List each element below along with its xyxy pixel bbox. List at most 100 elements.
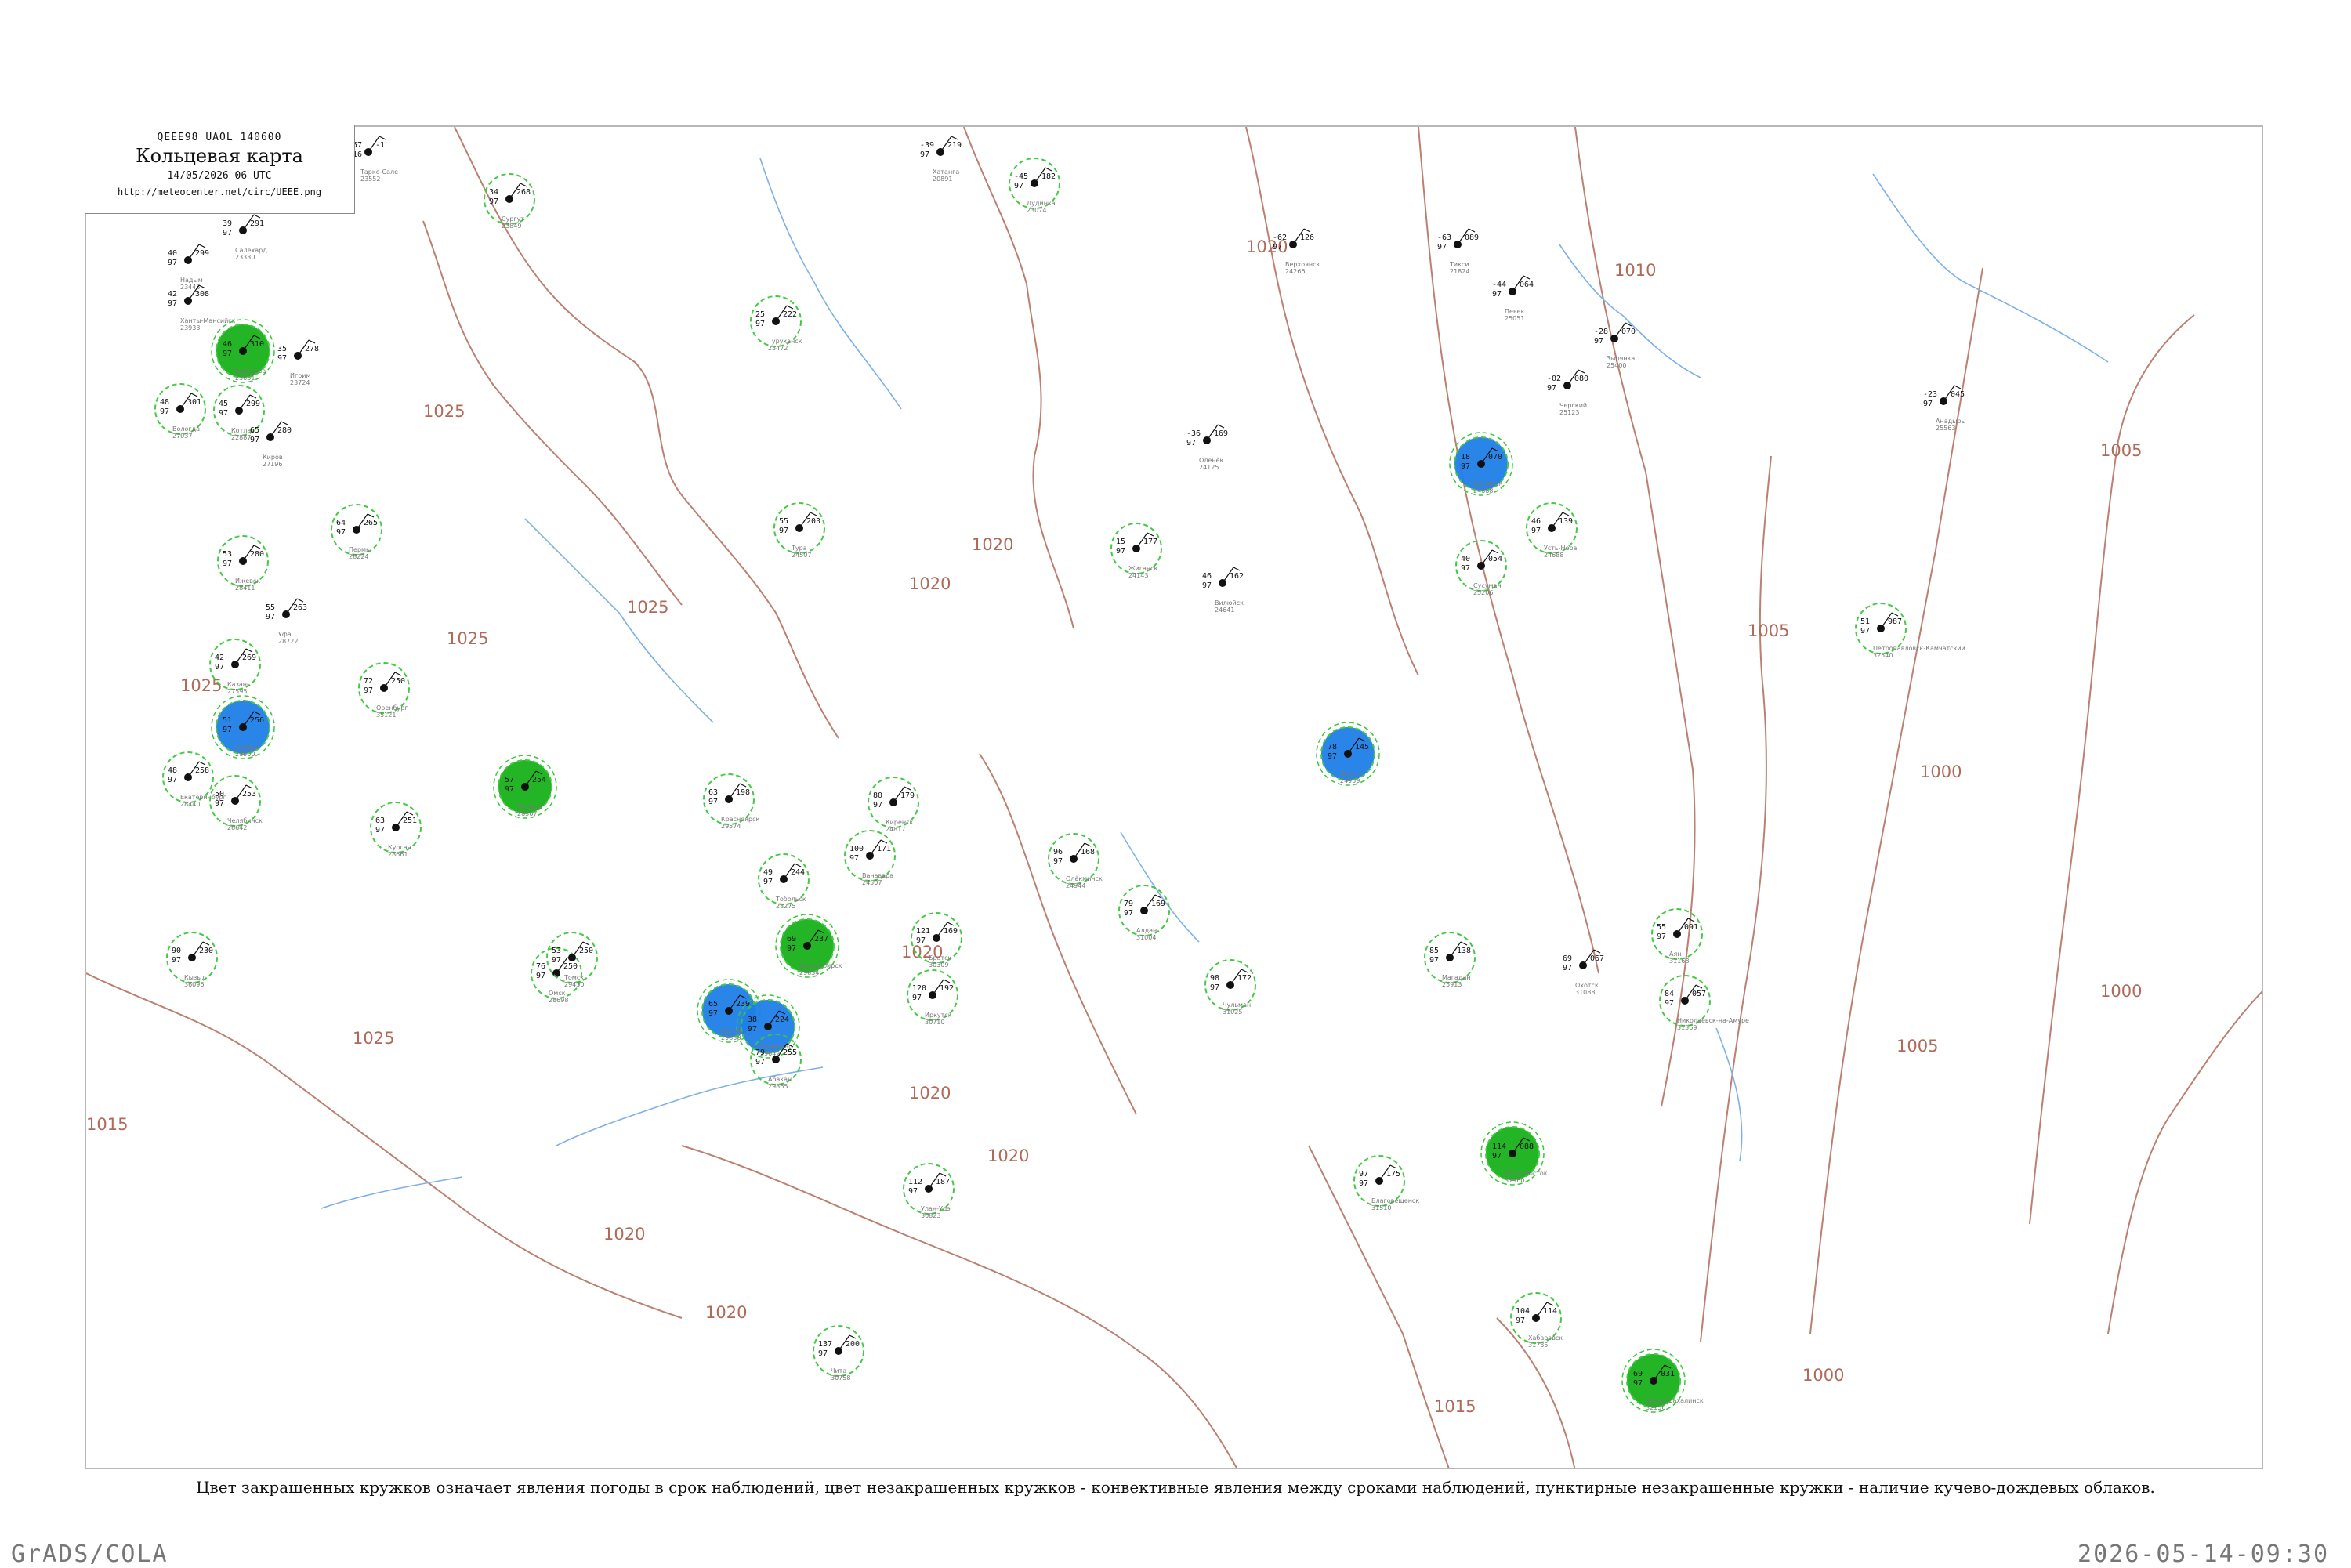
station-plot[interactable]: -2897 070 Зырянка25400 bbox=[1594, 322, 1636, 369]
station-plot[interactable]: 5397 280 Ижевск28411 bbox=[217, 535, 269, 592]
station-plot[interactable]: 4697 162 Вилюйск24641 bbox=[1202, 567, 1244, 614]
station-id: 31510 bbox=[1371, 1204, 1391, 1211]
station-plot[interactable]: 6597 280 Киров27196 bbox=[250, 421, 292, 468]
station-plot[interactable]: 3997 291 Салехард23330 bbox=[223, 214, 267, 261]
visibility-value: 97 bbox=[1116, 547, 1125, 556]
station-name: Красноярск bbox=[721, 816, 759, 823]
station-plot[interactable]: 9097 230 Кызыл36096 bbox=[166, 932, 218, 988]
station-plot[interactable]: 10497 114 Хабаровск31735 bbox=[1510, 1292, 1563, 1349]
station-plot[interactable]: 4097299Надым23445 bbox=[168, 244, 209, 291]
station-plot[interactable]: 12097 192 Иркутск30710 bbox=[907, 969, 958, 1026]
station-plot[interactable]: 8497 057 Николаевск-на-Амуре31369 bbox=[1659, 975, 1749, 1031]
station-name: Ханты-Мансийск bbox=[180, 317, 236, 324]
station-name: Абакан bbox=[768, 1076, 792, 1083]
temperature-value: 78 bbox=[1328, 743, 1337, 751]
station-plot[interactable]: 5797 254 Тюмень28367 bbox=[493, 755, 557, 819]
station-plot[interactable]: 9897 172 Чульман31025 bbox=[1204, 959, 1256, 1016]
station-plot[interactable]: -6397 089 Тикси21824 bbox=[1437, 228, 1479, 275]
station-plot[interactable]: 8597 138 Магадан25913 bbox=[1424, 932, 1476, 988]
station-plot[interactable]: 5197 256 Самара28900 bbox=[211, 695, 275, 759]
station-plot[interactable]: 5097 253 Челябинск28642 bbox=[209, 775, 263, 831]
station-plot[interactable]: 7297 250 Оренбург35121 bbox=[358, 662, 410, 719]
isobar-label: 1005 bbox=[1748, 621, 1789, 640]
pressure-value: 200 bbox=[846, 1340, 860, 1349]
river-line bbox=[1120, 831, 1200, 943]
visibility-value: 97 bbox=[708, 798, 718, 806]
map-canvas[interactable]: 1025 1025 1025 1025 1025 1020 1020 1020 1020 1020… bbox=[86, 127, 2263, 1469]
station-name: Курган bbox=[388, 844, 411, 851]
station-id: 28722 bbox=[278, 638, 298, 645]
station-name: Омск bbox=[549, 990, 566, 997]
station-id: 23724 bbox=[290, 379, 310, 386]
station-plot[interactable]: 6997 237 Новосибирск29634 bbox=[775, 914, 842, 978]
station-plot[interactable]: 11297 187 Улан-Удэ30823 bbox=[903, 1163, 955, 1219]
station-name: Тюмень bbox=[516, 803, 543, 810]
visibility-value: 97 bbox=[364, 686, 373, 695]
isobar-line bbox=[1700, 455, 1772, 1342]
visibility-value: 97 bbox=[1860, 627, 1870, 636]
pressure-value: 172 bbox=[1237, 974, 1252, 983]
station-plot[interactable]: 8097 179 Киренск24817 bbox=[868, 777, 919, 833]
station-plot[interactable]: 5597 091 Аян31168 bbox=[1651, 908, 1703, 965]
station-plot[interactable]: -4597 182 Дудинка23074 bbox=[1009, 158, 1060, 214]
visibility-value: 97 bbox=[168, 259, 177, 267]
station-plot[interactable]: 1897 070 Оймякон24688 bbox=[1449, 432, 1513, 496]
station-id: 25051 bbox=[1505, 315, 1524, 322]
temperature-value: 48 bbox=[168, 766, 177, 775]
station-name: Хабаровск bbox=[1528, 1334, 1563, 1342]
station-plot[interactable]: -3697 169 Оленёк24125 bbox=[1186, 424, 1228, 471]
temperature-value: 55 bbox=[266, 603, 275, 612]
station-plot[interactable]: -3997 219 Хатанга20891 bbox=[920, 136, 962, 183]
station-plot[interactable]: 4897 301 Вологда27037 bbox=[154, 383, 206, 440]
pressure-value: 139 bbox=[1559, 517, 1573, 526]
station-plot[interactable]: 11497 088 Владивосток31960 bbox=[1480, 1121, 1548, 1186]
station-id: 23330 bbox=[235, 254, 255, 261]
station-id: 27595 bbox=[227, 688, 247, 695]
station-plot[interactable]: 4697 139 Усть-Нера24688 bbox=[1526, 502, 1578, 559]
station-plot[interactable]: 4097 054 Сусуман25206 bbox=[1455, 540, 1507, 596]
station-plot[interactable]: 5197 987 Петропавловск-Камчатский32540 bbox=[1855, 603, 1965, 659]
station-plot[interactable]: 2597 222 Туруханск23472 bbox=[750, 295, 802, 352]
visibility-value: 97 bbox=[1923, 400, 1933, 408]
temperature-value: 90 bbox=[172, 947, 181, 955]
station-plot[interactable]: 7997 169 Алдан31004 bbox=[1118, 885, 1170, 941]
station-plot[interactable]: 5597 203 Тура24507 bbox=[773, 502, 825, 559]
station-plot[interactable]: 6997 031 Южно-Сахалинск32150 bbox=[1621, 1349, 1704, 1413]
station-plot[interactable]: 4697 310 Березово23631 bbox=[211, 319, 275, 383]
visibility-value: 97 bbox=[160, 407, 169, 416]
temperature-value: 55 bbox=[1657, 923, 1666, 932]
isobar-label: 1000 bbox=[2100, 982, 2142, 1001]
station-plot[interactable]: -0297 080 Черский25123 bbox=[1547, 369, 1588, 416]
pressure-value: 070 bbox=[1621, 328, 1636, 336]
station-plot[interactable]: 3497 268 Сургут23849 bbox=[484, 173, 535, 230]
pressure-value: 251 bbox=[403, 817, 417, 825]
station-plot[interactable]: 9697 168 Олёкминск24944 bbox=[1048, 833, 1103, 889]
station-plot[interactable]: 6397 251 Курган28661 bbox=[370, 802, 422, 858]
station-name: Владивосток bbox=[1505, 1170, 1548, 1177]
isobar-label: 1020 bbox=[909, 1084, 951, 1103]
station-plot[interactable]: 9797 175 Благовещенск31510 bbox=[1353, 1155, 1419, 1211]
visibility-value: 97 bbox=[1461, 564, 1470, 573]
station-plot[interactable]: 10097 171 Ванавара24507 bbox=[844, 830, 896, 886]
station-name: Хатанга bbox=[933, 168, 959, 176]
visibility-value: 97 bbox=[168, 299, 177, 308]
pressure-value: 171 bbox=[877, 845, 891, 853]
station-id: 27037 bbox=[172, 433, 192, 440]
station-plot[interactable]: -4497 064 Певек25051 bbox=[1492, 275, 1534, 322]
station-plot[interactable]: 7897 145 Якутск24959 bbox=[1316, 722, 1380, 786]
station-plot[interactable]: 3597 278 Игрим23724 bbox=[277, 339, 319, 386]
temperature-value: 65 bbox=[250, 426, 259, 435]
temperature-value: 69 bbox=[1563, 954, 1572, 963]
station-plot[interactable]: 1597 177 Жиганск24143 bbox=[1110, 523, 1162, 579]
station-plot[interactable]: 6497 265 Пермь28224 bbox=[331, 504, 382, 560]
station-plot[interactable]: 6397 198 Красноярск29574 bbox=[703, 773, 759, 830]
station-plot[interactable]: 5597 263 Уфа28722 bbox=[266, 598, 307, 645]
station-name: Тарко-Сале bbox=[360, 168, 398, 176]
station-plot[interactable]: 257-16-1Тарко-Сале23552 bbox=[348, 136, 398, 183]
station-plot[interactable]: 5397250Томск29430 bbox=[546, 932, 598, 988]
station-plot[interactable]: 13797 200 Чита30758 bbox=[813, 1325, 864, 1382]
station-name: Березово bbox=[235, 368, 266, 375]
station-plot[interactable]: 4997 244 Тобольск28275 bbox=[758, 853, 810, 910]
pressure-value: 258 bbox=[195, 766, 209, 775]
visibility-value: 97 bbox=[168, 776, 177, 784]
